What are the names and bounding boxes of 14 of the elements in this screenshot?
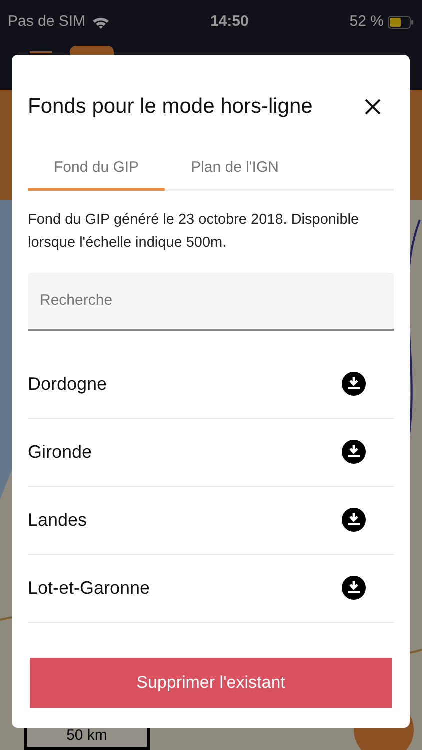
region-name: Dordogne	[28, 372, 108, 396]
search-field[interactable]: Recherche	[28, 272, 394, 330]
dialog-title: Fonds pour le mode hors-ligne	[28, 94, 313, 120]
battery-percent: 52 %	[350, 12, 384, 32]
tab[interactable]: Fond du GIP	[28, 148, 166, 190]
scale-label: 50 km	[66, 726, 108, 746]
region-name: Lot-et-Garonne	[28, 576, 150, 600]
carrier-label: Pas de SIM	[8, 12, 86, 32]
region-name: Landes	[28, 508, 88, 532]
clock: 14:50	[210, 12, 249, 32]
description: Fond du GIP généré le 23 octobre 2018. Disponible lorsque l'échelle indique 500m.	[28, 210, 360, 252]
tab[interactable]: Plan de l'IGN	[165, 148, 305, 190]
region-name: Gironde	[28, 440, 92, 464]
delete-button[interactable]: Supprimer l'existant	[30, 658, 392, 708]
